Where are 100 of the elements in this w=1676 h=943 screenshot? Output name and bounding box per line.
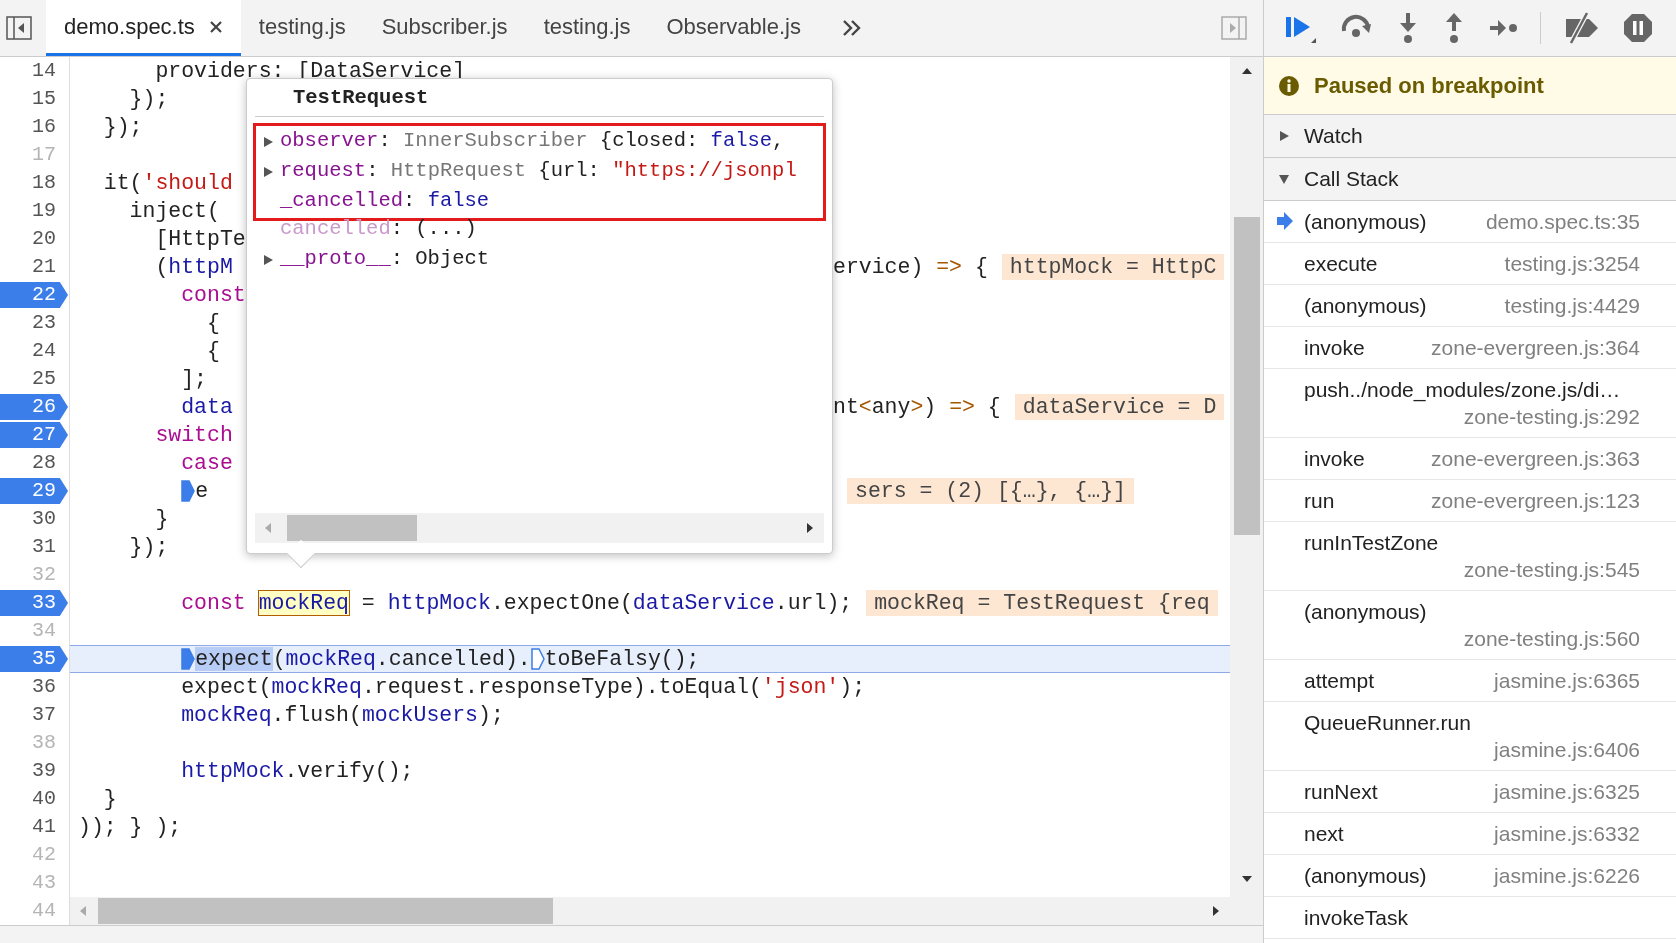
- line-number[interactable]: 28: [0, 450, 68, 476]
- popover-title: TestRequest: [293, 86, 429, 109]
- editor-tab[interactable]: demo.spec.ts: [46, 0, 241, 56]
- editor-tab[interactable]: Subscriber.js: [363, 0, 526, 56]
- panel-toggle-icon[interactable]: [1221, 16, 1247, 40]
- code-text: [HttpTe: [154, 225, 246, 253]
- inline-breakpoint-icon[interactable]: [181, 480, 196, 502]
- expand-arrow-icon[interactable]: [262, 165, 274, 178]
- code-text: switch: [154, 421, 233, 449]
- line-number[interactable]: 40: [0, 786, 68, 812]
- code-text: toBeFalsy();: [544, 645, 700, 673]
- call-stack-frame[interactable]: execute testing.js:3254: [1264, 243, 1676, 285]
- code-text: }: [154, 505, 169, 533]
- more-tabs-chevrons-icon[interactable]: [840, 18, 863, 38]
- line-number[interactable]: 30: [0, 506, 68, 532]
- property-text: __proto__: Object: [280, 246, 490, 273]
- code-text: nt<any>) => {: [833, 393, 1001, 421]
- property-text: observer: InnerSubscriber {closed: false,: [280, 128, 785, 155]
- call-stack-frame[interactable]: (anonymous) demo.spec.ts:35: [1264, 201, 1676, 243]
- panel-toggle-icon[interactable]: [6, 16, 32, 40]
- line-number[interactable]: 27: [0, 422, 68, 448]
- code-text: {: [206, 309, 220, 337]
- inline-breakpoint-icon[interactable]: [530, 648, 545, 670]
- call-stack-frame[interactable]: next jasmine.js:6332: [1264, 813, 1676, 855]
- code-text: expect(mockReq.cancelled).: [195, 645, 531, 673]
- inline-value: sers = (2) [{…}, {…}]: [847, 478, 1134, 504]
- call-stack-frame[interactable]: QueueRunner.run jasmine.js:6406: [1264, 702, 1676, 771]
- horizontal-scrollbar[interactable]: [70, 897, 1230, 925]
- line-number[interactable]: 21: [0, 254, 68, 280]
- line-number[interactable]: 39: [0, 758, 68, 784]
- code-text: });: [128, 533, 169, 561]
- property-text: _cancelled: false: [280, 188, 490, 215]
- code-text: )); } );: [78, 813, 182, 841]
- section-header[interactable]: Call Stack: [1264, 158, 1676, 201]
- line-number[interactable]: 26: [0, 394, 68, 420]
- call-stack-frame[interactable]: (anonymous) zone-testing.js:560: [1264, 591, 1676, 660]
- horizontal-scrollbar[interactable]: [255, 513, 824, 543]
- scrollbar-thumb[interactable]: [1233, 217, 1260, 535]
- line-number[interactable]: 14: [0, 58, 68, 84]
- code-text: data: [180, 393, 233, 421]
- code-text: e: [195, 477, 209, 505]
- code-text: httpMock.verify();: [180, 757, 414, 785]
- call-stack-frame[interactable]: runNext jasmine.js:6325: [1264, 771, 1676, 813]
- line-number[interactable]: 22: [0, 282, 68, 308]
- scrollbar-thumb[interactable]: [98, 898, 553, 924]
- call-stack-frame[interactable]: attempt jasmine.js:6365: [1264, 660, 1676, 702]
- expand-arrow-icon[interactable]: [1278, 130, 1290, 142]
- line-number[interactable]: 36: [0, 674, 68, 700]
- line-number[interactable]: 20: [0, 226, 68, 252]
- code-text: mockReq.flush(mockUsers);: [180, 701, 504, 729]
- line-number[interactable]: 37: [0, 702, 68, 728]
- call-stack-frame[interactable]: run zone-evergreen.js:123: [1264, 480, 1676, 522]
- expand-arrow-icon[interactable]: [262, 135, 274, 148]
- code-text: inject(: [128, 197, 220, 225]
- line-number[interactable]: 18: [0, 170, 68, 196]
- code-text: const: [180, 281, 246, 309]
- line-number[interactable]: 19: [0, 198, 68, 224]
- scrollbar-thumb[interactable]: [287, 515, 417, 541]
- call-stack-frame[interactable]: runInTestZone zone-testing.js:545: [1264, 522, 1676, 591]
- call-stack-frame[interactable]: (anonymous) jasmine.js:6226: [1264, 855, 1676, 897]
- line-number[interactable]: 25: [0, 366, 68, 392]
- expand-arrow-icon[interactable]: [1278, 173, 1290, 185]
- property-text: cancelled: (...): [280, 216, 477, 243]
- section-header[interactable]: Watch: [1264, 115, 1676, 158]
- deactivate-breakpoints-icon[interactable]: [1563, 11, 1601, 45]
- line-number[interactable]: 35: [0, 646, 68, 672]
- vertical-scrollbar[interactable]: [1230, 57, 1263, 925]
- call-stack-frame[interactable]: (anonymous) testing.js:4429: [1264, 285, 1676, 327]
- expand-arrow-icon[interactable]: [262, 253, 274, 266]
- line-number[interactable]: 41: [0, 814, 68, 840]
- banner-text: Paused on breakpoint: [1314, 72, 1544, 100]
- code-text: (httpM: [154, 253, 233, 281]
- call-stack-frame[interactable]: invoke zone-evergreen.js:363: [1264, 438, 1676, 480]
- editor-tab[interactable]: testing.js: [240, 0, 364, 56]
- code-text: expect(mockReq.request.responseType).toEqual('json');: [180, 673, 866, 701]
- line-number[interactable]: 33: [0, 590, 68, 616]
- pause-icon[interactable]: [1623, 13, 1653, 43]
- inline-value: dataService = D: [1014, 394, 1225, 420]
- code-text: ervice) => {: [833, 253, 988, 281]
- info-icon: [1278, 74, 1300, 97]
- property-text: request: HttpRequest {url: "https://jsonpl: [280, 158, 797, 185]
- call-stack-frame[interactable]: push../node_modules/zone.js/di… zone-testing.js:292: [1264, 369, 1676, 438]
- line-number[interactable]: 15: [0, 86, 68, 112]
- call-stack-frame[interactable]: invokeTask: [1264, 897, 1676, 939]
- line-number[interactable]: 31: [0, 534, 68, 560]
- line-number[interactable]: 16: [0, 114, 68, 140]
- inline-value: mockReq = TestRequest {req: [866, 590, 1218, 616]
- close-icon[interactable]: [208, 19, 223, 34]
- call-stack-frame[interactable]: invoke zone-evergreen.js:364: [1264, 327, 1676, 369]
- line-number[interactable]: 29: [0, 478, 68, 504]
- editor-tab[interactable]: testing.js: [525, 0, 649, 56]
- line-number[interactable]: 23: [0, 310, 68, 336]
- code-text: });: [128, 85, 169, 113]
- code-text: ];: [180, 365, 208, 393]
- editor-tab[interactable]: Observable.js: [648, 0, 819, 56]
- line-number[interactable]: 24: [0, 338, 68, 364]
- code-text: case: [180, 449, 233, 477]
- code-text: providers: [DataService]: [154, 57, 466, 85]
- code-text: it('should: [102, 169, 233, 197]
- code-text: });: [102, 113, 143, 141]
